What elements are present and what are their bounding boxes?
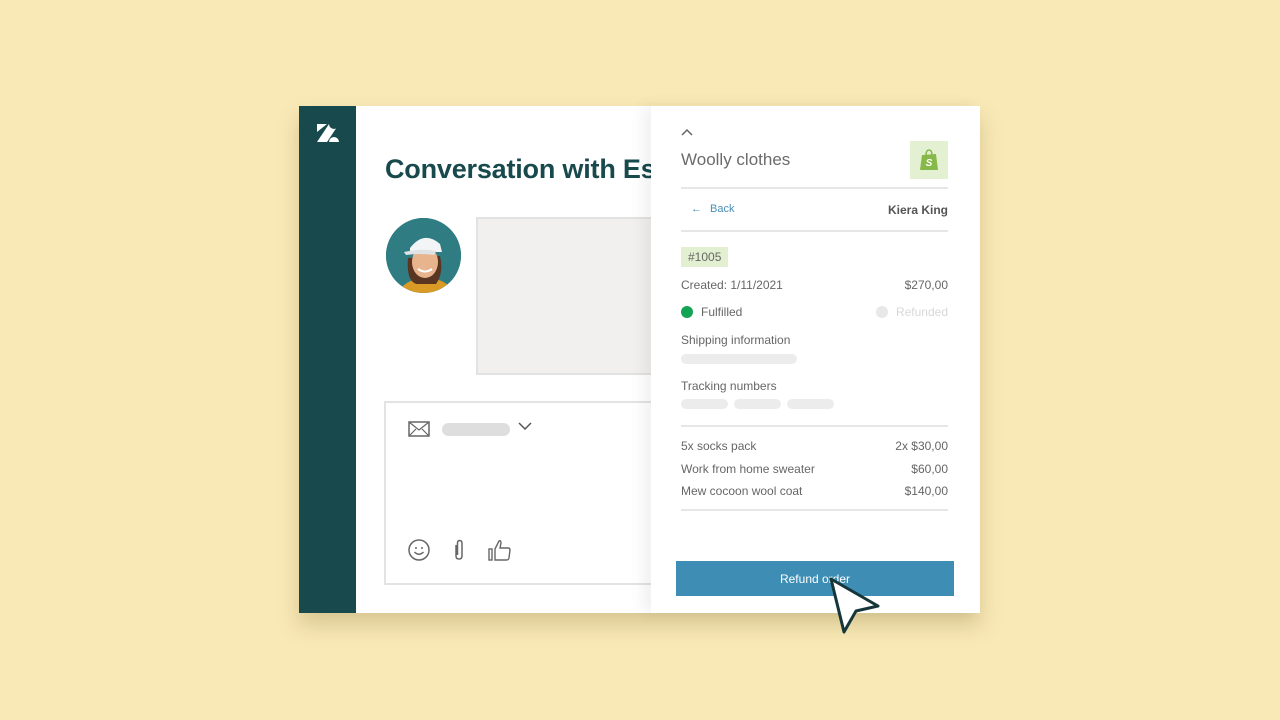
store-name: Woolly clothes	[681, 150, 791, 169]
status-fulfilled: Fulfilled	[681, 305, 742, 319]
arrow-left-icon: ←	[691, 203, 702, 215]
order-created-row: Created: 1/11/2021 $270,00	[681, 278, 948, 292]
shipping-placeholder	[681, 354, 797, 364]
back-label: Back	[710, 203, 735, 215]
composer-toolbar	[408, 539, 512, 561]
order-number-badge[interactable]: #1005	[681, 247, 729, 267]
refund-order-button[interactable]: Refund order	[676, 561, 954, 596]
tracking-placeholder	[681, 399, 728, 409]
message-preview	[476, 217, 652, 375]
conversation-area: Conversation with Esther	[356, 106, 652, 613]
divider	[681, 509, 948, 511]
divider	[681, 187, 948, 189]
emoji-icon[interactable]	[408, 539, 430, 561]
status-refunded: Refunded	[875, 305, 948, 319]
reply-composer[interactable]	[384, 401, 652, 585]
tracking-label: Tracking numbers	[681, 379, 777, 393]
chevron-up-icon[interactable]	[681, 128, 693, 136]
order-status-row: Fulfilled Refunded	[681, 305, 948, 319]
avatar	[386, 218, 461, 293]
status-dot-icon	[875, 306, 888, 318]
order-total: $270,00	[904, 278, 948, 292]
line-item: Work from home sweater $60,00	[681, 462, 948, 476]
thumbs-up-icon[interactable]	[488, 539, 512, 561]
app-window: Conversation with Esther	[299, 106, 980, 613]
page-title: Conversation with Esther	[385, 154, 652, 184]
tracking-placeholder	[734, 399, 781, 409]
divider	[681, 230, 948, 232]
svg-text:S: S	[926, 158, 933, 169]
shopify-bag-icon: S	[910, 141, 948, 179]
envelope-icon[interactable]	[408, 421, 430, 437]
zendesk-logo-icon[interactable]	[317, 124, 339, 142]
shipping-label: Shipping information	[681, 333, 791, 347]
chevron-down-icon[interactable]	[518, 421, 532, 431]
created-date: Created: 1/11/2021	[681, 278, 783, 292]
order-panel: Woolly clothes S ← Back Kiera King #1005…	[651, 106, 980, 613]
sidebar	[299, 106, 356, 613]
channel-selector[interactable]	[442, 423, 510, 436]
back-link[interactable]: ← Back	[691, 203, 734, 215]
paperclip-icon[interactable]	[452, 539, 466, 561]
line-item: Mew cocoon wool coat $140,00	[681, 484, 948, 498]
mouse-pointer-icon	[829, 577, 880, 634]
tracking-placeholder	[787, 399, 834, 409]
line-item: 5x socks pack 2x $30,00	[681, 439, 948, 453]
divider	[681, 425, 948, 427]
status-dot-icon	[681, 306, 693, 318]
customer-name: Kiera King	[887, 203, 948, 217]
